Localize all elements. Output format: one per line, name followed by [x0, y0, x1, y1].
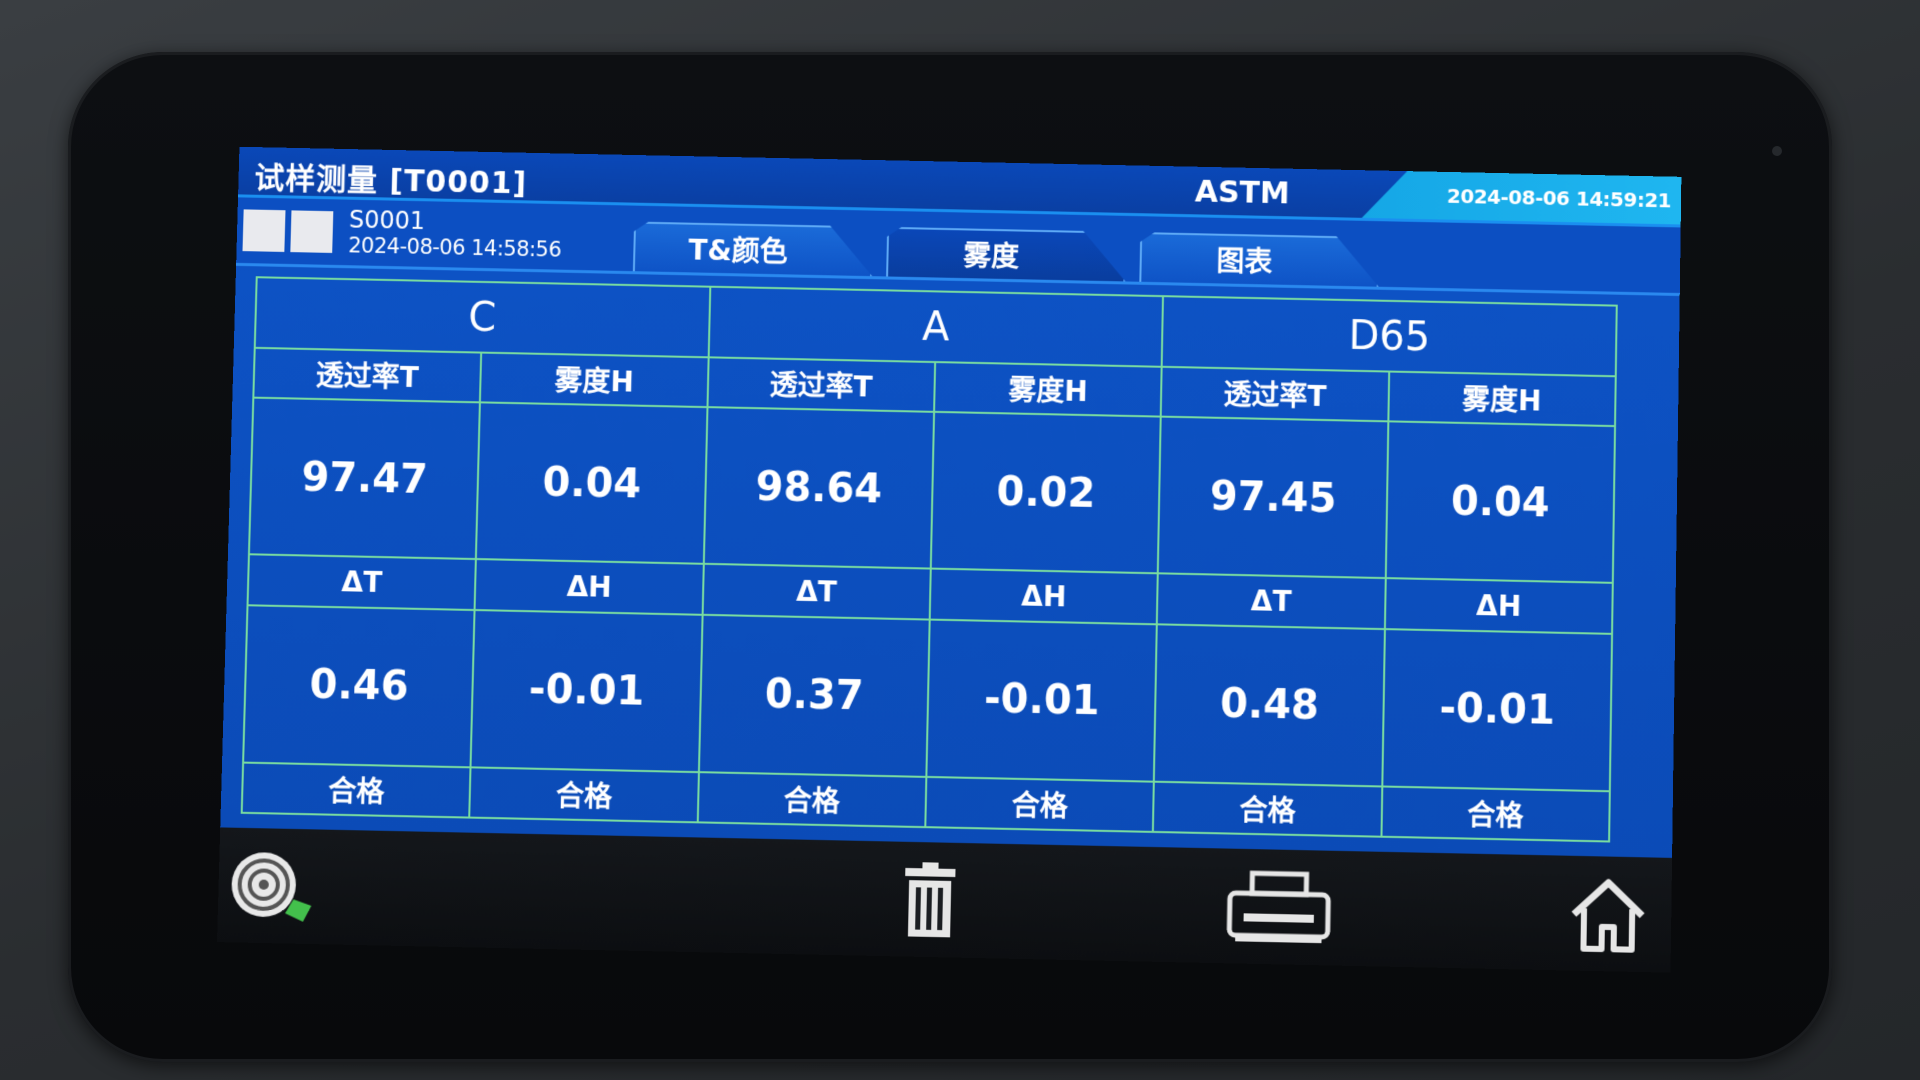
touch-screen: 试样测量 [T0001] ASTM 2024-08-06 14:59:21 S0… — [216, 146, 1682, 973]
sample-id: S0001 — [348, 205, 426, 236]
transmittance-header: 透过率T — [707, 357, 936, 413]
trash-icon — [905, 862, 956, 938]
tab-t-color[interactable]: T&颜色 — [633, 222, 873, 277]
tab-label: 图表 — [1216, 244, 1273, 279]
delta-t-header: ΔT — [1157, 573, 1386, 629]
measure-target-icon — [230, 851, 312, 922]
tab-chart[interactable]: 图表 — [1139, 232, 1379, 287]
c-transmittance-status: 合格 — [241, 762, 471, 818]
tab-label: 雾度 — [962, 239, 1020, 274]
d65-haze-value: 0.04 — [1385, 421, 1616, 584]
d65-haze-status: 合格 — [1381, 786, 1610, 842]
delta-h-header: ΔH — [474, 559, 704, 615]
c-haze-status: 合格 — [469, 767, 699, 823]
c-delta-t-value: 0.46 — [243, 604, 475, 768]
illuminant-a-header: A — [708, 286, 1164, 367]
device-body: 试样测量 [T0001] ASTM 2024-08-06 14:59:21 S0… — [0, 0, 1920, 1080]
transmittance-header: 透过率T — [253, 348, 482, 403]
results-panel: C A D65 透过率T 雾度H 透过率T 雾度H 透过率T 雾度H 97.47… — [220, 265, 1680, 858]
c-transmittance-value: 97.47 — [248, 398, 481, 560]
delta-t-header: ΔT — [247, 554, 477, 610]
d65-transmittance-value: 97.45 — [1158, 417, 1388, 579]
a-haze-status: 合格 — [925, 776, 1155, 832]
delta-h-header: ΔH — [1384, 578, 1613, 634]
tab-haze[interactable]: 雾度 — [886, 227, 1126, 282]
delta-t-header: ΔT — [702, 564, 931, 620]
delete-button[interactable] — [874, 859, 986, 942]
d65-delta-t-value: 0.48 — [1154, 624, 1385, 787]
home-icon — [1567, 874, 1648, 956]
results-table: C A D65 透过率T 雾度H 透过率T 雾度H 透过率T 雾度H 97.47… — [241, 276, 1618, 842]
a-delta-t-value: 0.37 — [698, 614, 930, 777]
measure-button[interactable] — [217, 846, 330, 929]
printer-icon — [1223, 867, 1335, 950]
bezel-sensor — [1772, 146, 1782, 156]
haze-header: 雾度H — [1387, 371, 1616, 427]
haze-header: 雾度H — [480, 352, 709, 408]
delta-h-header: ΔH — [929, 569, 1159, 625]
datetime-display: 2024-08-06 14:59:21 — [1446, 183, 1672, 213]
a-transmittance-status: 合格 — [697, 771, 927, 828]
a-transmittance-value: 98.64 — [703, 407, 935, 570]
c-delta-h-value: -0.01 — [470, 609, 703, 772]
standard-label: ASTM — [1194, 174, 1290, 212]
illuminant-d65-header: D65 — [1161, 296, 1617, 377]
a-delta-h-value: -0.01 — [926, 619, 1158, 782]
d65-delta-h-value: -0.01 — [1381, 628, 1613, 792]
sample-time: 2024-08-06 14:58:56 — [348, 233, 562, 262]
standard-color-swatch — [290, 210, 334, 253]
page-title: 试样测量 [T0001] — [254, 160, 528, 202]
print-button[interactable] — [1223, 867, 1335, 950]
sample-color-swatch — [242, 209, 286, 252]
d65-transmittance-status: 合格 — [1153, 781, 1382, 837]
home-button[interactable] — [1552, 874, 1664, 957]
illuminant-c-header: C — [254, 277, 710, 358]
a-haze-value: 0.02 — [930, 412, 1162, 574]
haze-header: 雾度H — [934, 362, 1162, 418]
tab-label: T&颜色 — [688, 233, 789, 269]
transmittance-header: 透过率T — [1161, 366, 1389, 422]
c-haze-value: 0.04 — [476, 402, 708, 565]
